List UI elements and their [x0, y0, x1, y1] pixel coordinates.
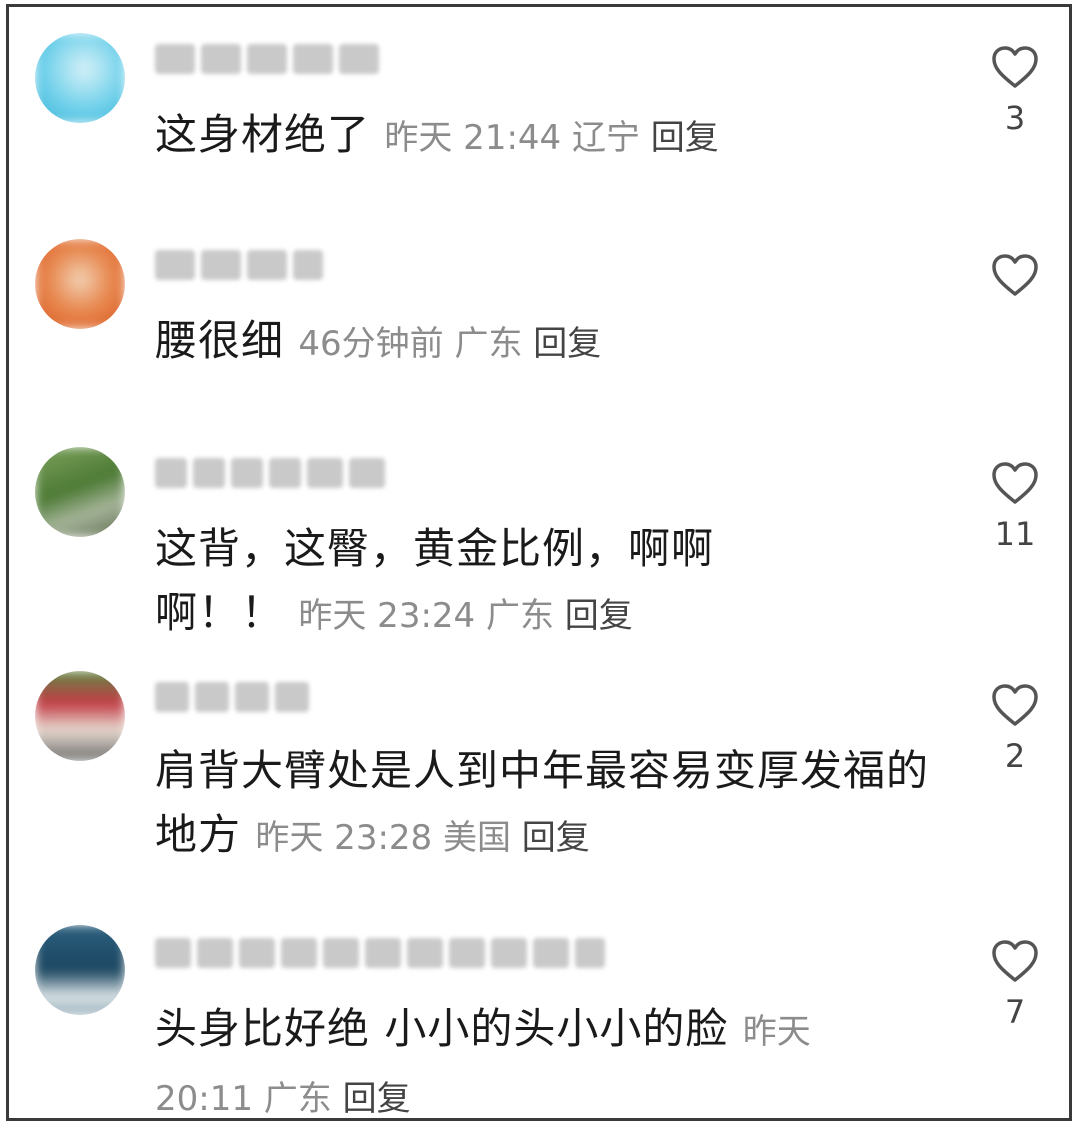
comment-meta: 昨天 23:28 美国 回复 [255, 818, 589, 858]
comment-meta: 昨天 23:24 广东 回复 [298, 596, 632, 636]
avatar[interactable] [35, 239, 125, 329]
username-blurred[interactable] [155, 933, 605, 973]
heart-icon[interactable] [991, 939, 1039, 983]
like-count: 2 [1004, 737, 1026, 775]
comment-meta: 昨天 21:44 辽宁 回复 [384, 118, 718, 158]
comment-text: 这身材绝了 [155, 110, 371, 159]
like-group: 2 [985, 683, 1045, 775]
comment-location: 广东 [454, 324, 523, 364]
reply-button[interactable]: 回复 [343, 1079, 411, 1118]
reply-button[interactable]: 回复 [651, 118, 719, 158]
heart-icon[interactable] [991, 461, 1039, 505]
like-group [985, 253, 1045, 307]
comment-time: 46分钟前 [298, 324, 444, 364]
like-group: 7 [985, 939, 1045, 1031]
comment-text: 腰很细 [155, 316, 285, 365]
comment-meta: 46分钟前 广东 回复 [298, 324, 601, 364]
comment-time: 昨天 23:28 [255, 818, 433, 858]
heart-icon[interactable] [991, 253, 1039, 297]
heart-icon[interactable] [991, 45, 1039, 89]
comment-location: 辽宁 [571, 118, 640, 158]
like-group: 11 [985, 461, 1045, 553]
comment-time: 昨天 21:44 [384, 118, 562, 158]
reply-button[interactable]: 回复 [565, 596, 633, 636]
username-blurred[interactable] [155, 677, 309, 717]
comment-body: 肩背大臂处是人到中年最容易变厚发福的地方 昨天 23:28 美国 回复 [155, 739, 935, 870]
username-blurred[interactable] [155, 245, 323, 285]
heart-icon[interactable] [991, 683, 1039, 727]
comment-body: 腰很细 46分钟前 广东 回复 [155, 309, 935, 376]
avatar[interactable] [35, 925, 125, 1015]
comment-body: 头身比好绝 小小的头小小的脸 昨天 20:11 广东 回复 [155, 997, 875, 1119]
reply-button[interactable]: 回复 [533, 324, 601, 364]
like-count: 3 [1004, 99, 1026, 137]
comment-body: 这背，这臀，黄金比例，啊啊啊！！ 昨天 23:24 广东 回复 [155, 517, 835, 648]
comment-location: 美国 [442, 818, 511, 858]
comment-location: 广东 [263, 1079, 332, 1119]
like-count: 7 [1004, 993, 1026, 1031]
avatar[interactable] [35, 671, 125, 761]
username-blurred[interactable] [155, 453, 385, 493]
username-blurred[interactable] [155, 39, 379, 79]
comment-location: 广东 [485, 596, 554, 636]
avatar[interactable] [35, 447, 125, 537]
comment-time: 昨天 23:24 [298, 596, 476, 636]
like-group: 3 [985, 45, 1045, 137]
like-count: 11 [994, 515, 1036, 553]
comment-text: 头身比好绝 小小的头小小的脸 [155, 1004, 729, 1053]
comment-body: 这身材绝了 昨天 21:44 辽宁 回复 [155, 103, 935, 170]
reply-button[interactable]: 回复 [522, 818, 590, 858]
comment-list: 这身材绝了 昨天 21:44 辽宁 回复 3 腰很细 46分钟前 广东 回复 这… [6, 4, 1072, 1121]
avatar[interactable] [35, 33, 125, 123]
